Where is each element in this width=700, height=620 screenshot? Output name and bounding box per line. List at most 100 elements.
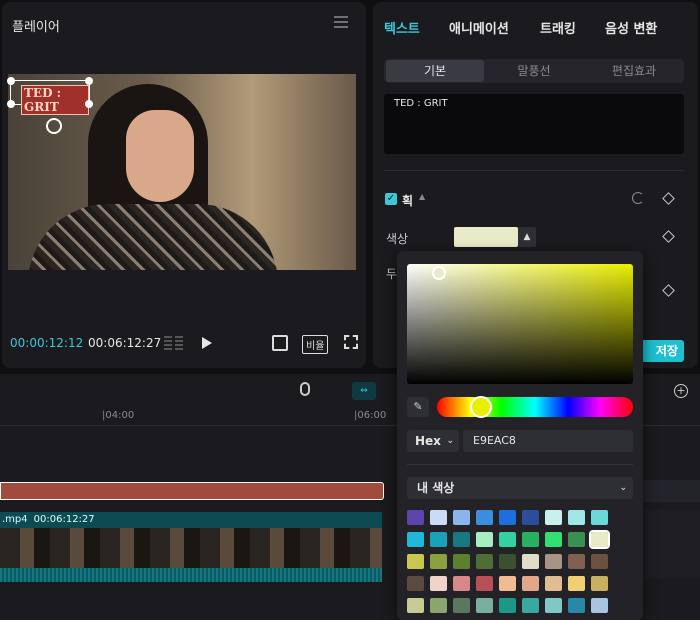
color-swatch[interactable]	[453, 510, 470, 525]
fit-screen-icon[interactable]	[272, 335, 288, 351]
microphone-icon[interactable]	[300, 382, 310, 396]
color-swatch[interactable]	[591, 554, 608, 569]
color-swatch[interactable]	[453, 576, 470, 591]
collapse-icon[interactable]: ▲	[419, 192, 425, 201]
tab-tracking[interactable]: 트래킹	[540, 18, 576, 37]
stroke-checkbox[interactable]: ✓	[385, 193, 397, 205]
resize-handle[interactable]	[7, 100, 15, 108]
color-swatch[interactable]	[591, 598, 608, 613]
color-swatch[interactable]	[499, 554, 516, 569]
color-swatch[interactable]	[589, 530, 610, 549]
color-swatch[interactable]	[476, 576, 493, 591]
color-swatch[interactable]	[454, 227, 518, 247]
subtab-bar: 기본 말풍선 편집효과	[384, 59, 684, 83]
video-clip-header[interactable]: .mp4 00:06:12:27	[0, 512, 382, 528]
video-subject-face	[126, 110, 194, 202]
zoom-in-icon[interactable]: +	[674, 384, 688, 398]
color-swatch[interactable]	[476, 554, 493, 569]
hue-slider-handle[interactable]	[470, 396, 492, 418]
subtab-effects[interactable]: 편집효과	[584, 59, 684, 83]
audio-waveform	[0, 568, 382, 582]
color-swatch[interactable]	[591, 576, 608, 591]
video-subject-body	[28, 204, 278, 270]
color-swatch[interactable]	[407, 576, 424, 591]
color-swatch[interactable]	[568, 510, 585, 525]
resize-handle[interactable]	[7, 77, 15, 85]
text-content-input[interactable]: TED : GRIT	[384, 94, 684, 154]
thickness-label: 두	[386, 267, 398, 281]
color-swatch[interactable]	[430, 510, 447, 525]
color-swatch[interactable]	[499, 576, 516, 591]
color-swatch[interactable]	[522, 532, 539, 547]
color-swatch[interactable]	[545, 576, 562, 591]
track-area	[640, 510, 700, 578]
divider	[384, 170, 684, 171]
subtab-basic[interactable]: 기본	[386, 60, 484, 82]
color-swatch[interactable]	[499, 532, 516, 547]
color-swatch[interactable]	[545, 532, 562, 547]
color-swatch[interactable]	[476, 510, 493, 525]
color-swatch[interactable]	[430, 554, 447, 569]
color-swatch[interactable]	[591, 510, 608, 525]
play-icon[interactable]	[202, 337, 212, 349]
color-swatch[interactable]	[453, 598, 470, 613]
chevron-up-icon[interactable]: ▲	[518, 227, 536, 247]
color-swatch[interactable]	[499, 598, 516, 613]
tab-voice-convert[interactable]: 음성 변환	[605, 18, 657, 37]
text-overlay-box[interactable]: TED : GRIT	[7, 77, 93, 115]
color-swatch[interactable]	[568, 598, 585, 613]
eyedropper-icon[interactable]: ✎	[407, 397, 429, 417]
color-swatch[interactable]	[407, 554, 424, 569]
color-swatch[interactable]	[545, 554, 562, 569]
text-overlay-label: TED : GRIT	[21, 85, 89, 115]
text-clip[interactable]	[0, 482, 384, 500]
saturation-value-area[interactable]	[407, 264, 633, 384]
track-area	[640, 480, 700, 502]
color-swatch[interactable]	[545, 510, 562, 525]
hue-slider[interactable]	[437, 397, 633, 417]
color-swatch[interactable]	[522, 576, 539, 591]
color-swatch[interactable]	[499, 510, 516, 525]
clip-duration: 00:06:12:27	[33, 514, 95, 525]
color-swatch[interactable]	[407, 598, 424, 613]
reset-icon[interactable]	[632, 192, 644, 204]
video-clip-thumbnails[interactable]	[0, 528, 382, 568]
color-mode-select[interactable]: Hex ⌄	[407, 430, 459, 452]
color-swatch[interactable]	[568, 576, 585, 591]
color-swatch[interactable]	[453, 554, 470, 569]
color-swatch[interactable]	[430, 598, 447, 613]
color-swatch[interactable]	[476, 532, 493, 547]
color-swatch[interactable]	[453, 532, 470, 547]
color-swatch[interactable]	[522, 510, 539, 525]
ratio-button[interactable]: 비율	[302, 335, 329, 354]
timecode-grid-icon[interactable]	[164, 336, 184, 350]
palette-label: 내 색상	[417, 481, 455, 495]
color-swatch[interactable]	[568, 554, 585, 569]
color-swatch[interactable]	[522, 554, 539, 569]
fullscreen-icon[interactable]	[344, 335, 358, 349]
menu-icon[interactable]	[334, 16, 348, 28]
color-swatch-grid	[407, 510, 633, 613]
rotate-icon[interactable]	[46, 118, 62, 134]
color-swatch[interactable]	[407, 510, 424, 525]
resize-handle[interactable]	[85, 100, 93, 108]
color-swatch[interactable]	[476, 598, 493, 613]
palette-select[interactable]: 내 색상 ⌄	[407, 477, 633, 499]
color-swatch[interactable]	[522, 598, 539, 613]
tab-animation[interactable]: 애니메이션	[449, 18, 509, 37]
player-title: 플레이어	[12, 20, 60, 35]
chevron-down-icon: ⌄	[446, 436, 454, 446]
hex-input[interactable]: E9EAC8	[463, 430, 633, 452]
divider	[407, 464, 633, 465]
subtab-bubble[interactable]: 말풍선	[484, 59, 584, 83]
resize-handle[interactable]	[85, 77, 93, 85]
color-swatch[interactable]	[430, 576, 447, 591]
color-mode-label: Hex	[415, 434, 441, 448]
color-cursor[interactable]	[432, 266, 446, 280]
color-swatch[interactable]	[430, 532, 447, 547]
color-swatch[interactable]	[407, 532, 424, 547]
tab-text[interactable]: 텍스트	[384, 18, 420, 37]
link-icon[interactable]: ⇔	[352, 382, 376, 400]
color-swatch[interactable]	[545, 598, 562, 613]
color-swatch[interactable]	[568, 532, 585, 547]
